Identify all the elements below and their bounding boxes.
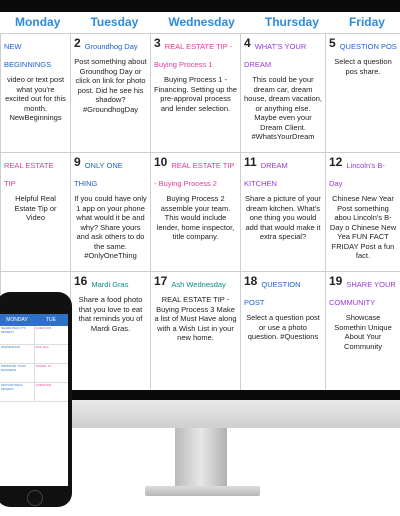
phone-screen: MONDAY TUE SHARE WHO IT'S MONDAY QUESTIO… bbox=[0, 314, 68, 486]
phone-device: MONDAY TUE SHARE WHO IT'S MONDAY QUESTIO… bbox=[0, 292, 72, 507]
day-cell[interactable]: 19 SHARE YOUR COMMUNITY Showcase Somethin … bbox=[325, 272, 400, 390]
day-cell[interactable]: 2 Groundhog Day Post something about Groun… bbox=[70, 34, 150, 153]
phone-header-monday: MONDAY bbox=[6, 317, 28, 323]
day-number: 19 bbox=[329, 274, 343, 288]
day-cell[interactable]: 11 DREAM KITCHEN Share a picture of your d… bbox=[240, 153, 325, 272]
day-friday: Friday bbox=[348, 15, 385, 29]
phone-cell: Click here bbox=[33, 345, 69, 363]
day-number: 18 bbox=[244, 274, 258, 288]
week-row: NEW BEGINNINGS video or text post what yo… bbox=[0, 33, 400, 153]
day-number: 9 bbox=[74, 155, 81, 169]
phone-cell: QUESTION bbox=[33, 326, 69, 344]
phone-header: MONDAY TUE bbox=[0, 314, 68, 326]
day-tuesday: Tuesday bbox=[90, 15, 139, 29]
day-topic-label: QUESTION POS bbox=[339, 42, 397, 51]
day-description: Chinese New Year Post something abou Lin… bbox=[329, 194, 397, 260]
day-topic-label: Groundhog Day bbox=[84, 42, 138, 51]
day-cell[interactable]: REAL ESTATE TIP Helpful Real Estate Tip o… bbox=[0, 153, 70, 272]
phone-cell: INSPIRATION bbox=[1, 345, 20, 349]
day-description: Post something about Groundhog Day or cl… bbox=[74, 57, 147, 114]
monitor-stand-base bbox=[145, 486, 260, 496]
day-description: Select a question pos share. bbox=[334, 57, 392, 76]
phone-cell: PROMOTE YOUR BUSINESS bbox=[1, 364, 26, 372]
day-topic-label: NEW BEGINNINGS bbox=[4, 42, 52, 69]
day-number: 4 bbox=[244, 36, 251, 50]
day-topic-label: ONLY ONE THING bbox=[74, 161, 123, 188]
phone-cell: TRAVEL TU bbox=[33, 364, 69, 382]
day-cell[interactable]: 17 Ash Wednesday REAL ESTATE TIP - Buying … bbox=[150, 272, 240, 390]
monitor-stand-neck bbox=[175, 428, 227, 486]
day-thursday: Thursday bbox=[264, 15, 319, 29]
weekday-header: Monday Tuesday Wednesday Thursday Friday bbox=[0, 12, 400, 32]
phone-cell: MOTIVATIONAL MONDAY bbox=[1, 383, 23, 391]
phone-home-button[interactable] bbox=[27, 490, 43, 506]
day-cell[interactable]: 12 Lincoln's B-Day Chinese New Year Post s… bbox=[325, 153, 400, 272]
day-description: Buying Process 1 - Financing. Setting up… bbox=[154, 75, 237, 113]
day-cell[interactable]: 3 REAL ESTATE TIP - Buying Process 1 Buyin… bbox=[150, 34, 240, 153]
day-wednesday: Wednesday bbox=[168, 15, 235, 29]
day-topic-label: WHAT'S YOUR DREAM bbox=[244, 42, 307, 69]
day-topic-label: REAL ESTATE TIP bbox=[4, 161, 54, 188]
day-cell[interactable]: 16 Mardi Gras Share a food photo that you … bbox=[70, 272, 150, 390]
week-row: REAL ESTATE TIP Helpful Real Estate Tip o… bbox=[0, 152, 400, 272]
day-description: Showcase Somethin Unique About Your Comm… bbox=[334, 313, 392, 351]
phone-cell: QUESTION bbox=[33, 383, 69, 401]
day-number: 5 bbox=[329, 36, 336, 50]
day-number: 17 bbox=[154, 274, 168, 288]
day-cell[interactable]: 10 REAL ESTATE TIP - Buying Process 2 Buyi… bbox=[150, 153, 240, 272]
day-cell[interactable]: 9 ONLY ONE THING If you could have only 1 … bbox=[70, 153, 150, 272]
day-number: 2 bbox=[74, 36, 81, 50]
phone-row: PROMOTE YOUR BUSINESS TRAVEL TU bbox=[0, 364, 68, 383]
day-number: 10 bbox=[154, 155, 168, 169]
day-description: Share a picture of your dream kitchen. W… bbox=[245, 194, 321, 241]
phone-cell: SHARE WHO IT'S MONDAY bbox=[1, 326, 26, 334]
day-number: 3 bbox=[154, 36, 161, 50]
day-description: video or text post what you're excited o… bbox=[5, 75, 66, 122]
day-cell[interactable]: NEW BEGINNINGS video or text post what yo… bbox=[0, 34, 70, 153]
day-description: REAL ESTATE TIP - Buying Process 3 Make … bbox=[154, 295, 237, 342]
day-description: Select a question post or use a photo qu… bbox=[246, 313, 320, 341]
day-topic-label: REAL ESTATE TIP - Buying Process 1 bbox=[154, 42, 233, 69]
day-cell[interactable]: 5 QUESTION POS Select a question pos share… bbox=[325, 34, 400, 153]
day-description: If you could have only 1 app on your pho… bbox=[74, 194, 147, 260]
day-monday: Monday bbox=[15, 15, 61, 29]
day-cell[interactable]: 4 WHAT'S YOUR DREAM This could be your dre… bbox=[240, 34, 325, 153]
phone-row: MOTIVATIONAL MONDAY QUESTION bbox=[0, 383, 68, 402]
day-description: Share a food photo that you love to eat … bbox=[78, 295, 143, 333]
day-number: 12 bbox=[329, 155, 343, 169]
phone-row: SHARE WHO IT'S MONDAY QUESTION bbox=[0, 326, 68, 345]
day-topic-label: Ash Wednesday bbox=[171, 280, 226, 289]
day-description: Helpful Real Estate Tip or Video bbox=[14, 194, 57, 222]
day-cell[interactable]: 18 QUESTION POST Select a question post or… bbox=[240, 272, 325, 390]
day-topic-label: Mardi Gras bbox=[91, 280, 129, 289]
day-number: 11 bbox=[244, 155, 257, 169]
phone-header-tuesday: TUE bbox=[46, 317, 56, 323]
day-number: 16 bbox=[74, 274, 88, 288]
phone-row: INSPIRATION Click here bbox=[0, 345, 68, 364]
day-description: Buying Process 2 assemble your team. Thi… bbox=[156, 194, 235, 241]
day-description: This could be your dream car, dream hous… bbox=[244, 75, 322, 141]
